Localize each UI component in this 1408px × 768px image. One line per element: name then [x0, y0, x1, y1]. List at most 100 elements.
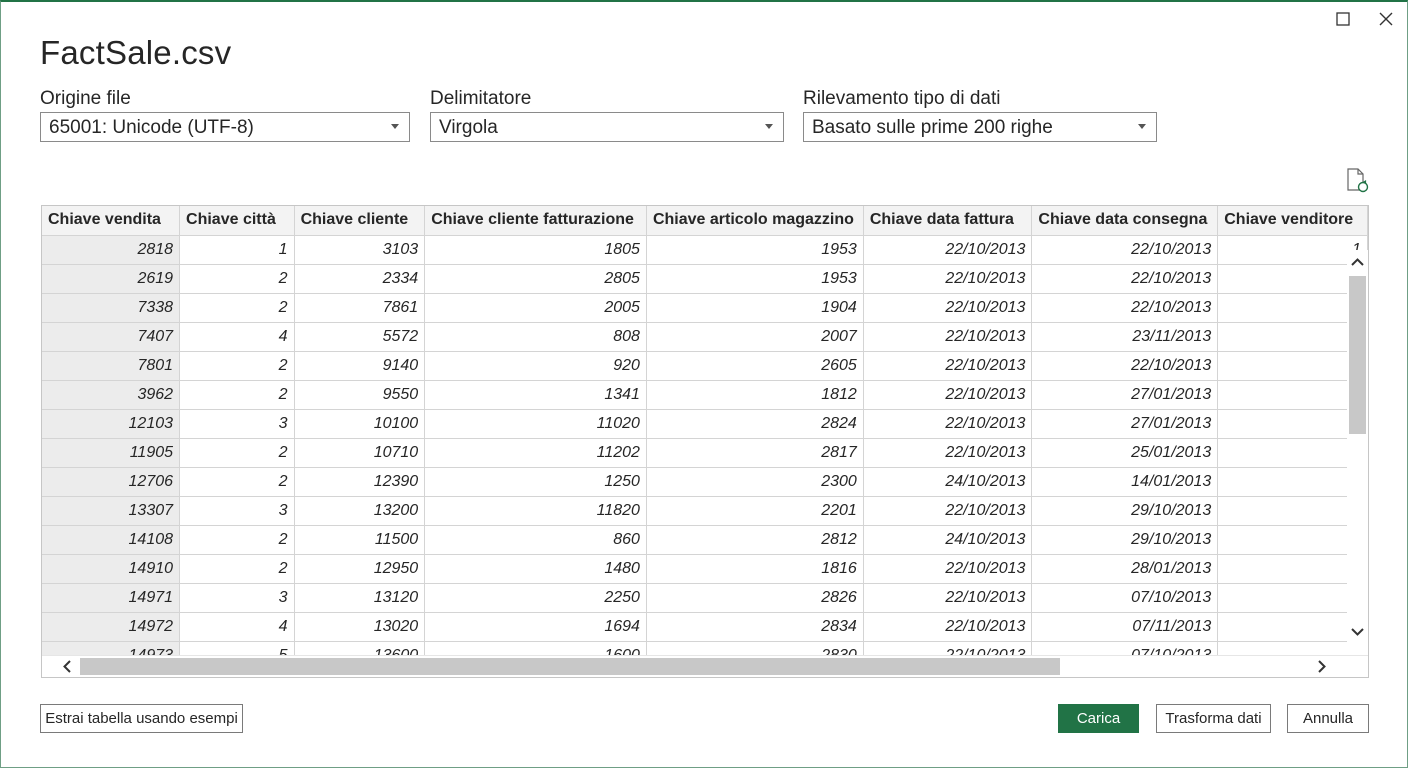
table-cell: 2250 [424, 583, 647, 613]
table-cell: 4 [179, 612, 295, 642]
table-cell: 23/11/2013 [1031, 322, 1219, 352]
vertical-scroll-thumb[interactable] [1349, 276, 1366, 434]
document-refresh-icon[interactable] [1345, 168, 1369, 194]
table-cell: 2817 [646, 438, 864, 468]
table-cell: 7338 [42, 293, 181, 323]
column-header[interactable]: Chiave data fattura [863, 206, 1033, 236]
table-cell: 22/10/2013 [1031, 293, 1219, 323]
column-header[interactable]: Chiave vendita [42, 206, 181, 236]
detection-select-value: Basato sulle prime 200 righe [812, 117, 1053, 138]
table-cell: 1 [1217, 322, 1368, 352]
table-cell: 2805 [424, 264, 647, 294]
table-cell: 7407 [42, 322, 181, 352]
transform-data-button[interactable]: Trasforma dati [1156, 704, 1271, 733]
table-cell: 25/01/2013 [1031, 438, 1219, 468]
table-cell: 22/10/2013 [863, 496, 1033, 526]
origin-select-value: 65001: Unicode (UTF-8) [49, 117, 254, 138]
chevron-up-icon[interactable] [1350, 255, 1365, 270]
table-cell: 1 [1217, 409, 1368, 439]
table-cell: 1 [1217, 351, 1368, 381]
table-cell: 14108 [42, 525, 181, 555]
table-cell: 2 [1217, 264, 1368, 294]
table-header-row: Chiave vendita Chiave città Chiave cliente… [42, 206, 1368, 236]
horizontal-scrollbar[interactable] [42, 655, 1368, 677]
chevron-down-icon [765, 124, 773, 129]
table-cell: 2824 [646, 409, 864, 439]
table-cell: 12390 [294, 467, 426, 497]
table-cell: 1953 [646, 264, 864, 294]
chevron-right-icon[interactable] [1314, 659, 1329, 674]
table-cell: 10100 [294, 409, 426, 439]
table-cell: 2005 [424, 293, 647, 323]
table-cell: 3 [179, 583, 295, 613]
origin-select[interactable]: 65001: Unicode (UTF-8) [40, 112, 410, 142]
table-cell: 12103 [42, 409, 181, 439]
table-cell: 13307 [42, 496, 181, 526]
column-header[interactable]: Chiave cliente [294, 206, 426, 236]
table-row: 740745572808200722/10/201323/11/20131 [42, 322, 1368, 352]
horizontal-scroll-thumb[interactable] [80, 658, 1060, 675]
table-cell: 1250 [424, 467, 647, 497]
table-cell: 24/10/2013 [863, 467, 1033, 497]
dialog-window: FactSale.csv Origine file 65001: Unicode… [0, 0, 1408, 768]
table-cell: 2 [179, 525, 295, 555]
table-row: 14108211500860281224/10/201329/10/20131 [42, 525, 1368, 555]
table-row: 2619223342805195322/10/201322/10/20132 [42, 264, 1368, 294]
table-cell: 2834 [646, 612, 864, 642]
table-cell: 1 [1217, 583, 1368, 613]
column-header[interactable]: Chiave articolo magazzino [646, 206, 864, 236]
table-row: 780129140920260522/10/201322/10/20131 [42, 351, 1368, 381]
table-cell: 13020 [294, 612, 426, 642]
table-body: 2818 1 3103 1805 1953 22/10/2013 22/10/2013 1 26… [42, 235, 1368, 671]
dialog-title: FactSale.csv [40, 34, 232, 71]
table-cell: 11820 [424, 496, 647, 526]
table-cell: 14972 [42, 612, 181, 642]
table-cell: 22/10/2013 [863, 380, 1033, 410]
table-cell: 1 [1217, 467, 1368, 497]
maximize-icon[interactable] [1331, 8, 1355, 30]
column-header[interactable]: Chiave cliente fatturazione [424, 206, 647, 236]
table-cell: 1953 [646, 235, 864, 265]
cancel-button[interactable]: Annulla [1287, 704, 1369, 733]
table-cell: 4 [179, 322, 295, 352]
data-preview-grid: Chiave vendita Chiave città Chiave cliente… [41, 205, 1369, 678]
origin-label: Origine file [40, 88, 131, 109]
table-cell: 7861 [294, 293, 426, 323]
table-cell: 1805 [424, 235, 647, 265]
load-button[interactable]: Carica [1058, 704, 1139, 733]
table-row: 149724130201694283422/10/201307/11/20131 [42, 612, 1368, 642]
table-row: 149102129501480181622/10/201328/01/20131 [42, 554, 1368, 584]
detection-select[interactable]: Basato sulle prime 200 righe [803, 112, 1157, 142]
table-cell: 29/10/2013 [1031, 525, 1219, 555]
chevron-down-icon[interactable] [1350, 624, 1365, 639]
table-row: 11905 2 10710 11202 2817 22/10/2013 25/01/2013… [42, 438, 1368, 468]
table-cell: 3 [179, 496, 295, 526]
table-cell: 22/10/2013 [863, 554, 1033, 584]
table-cell: 1 [1217, 293, 1368, 323]
table-cell: 9550 [294, 380, 426, 410]
table-cell: 27/01/2013 [1031, 380, 1219, 410]
table-cell: 14/01/2013 [1031, 467, 1219, 497]
column-header[interactable]: Chiave città [179, 206, 295, 236]
table-cell: 5572 [294, 322, 426, 352]
delimiter-select[interactable]: Virgola [430, 112, 784, 142]
close-icon[interactable] [1374, 8, 1398, 30]
extract-table-button[interactable]: Estrai tabella usando esempi [40, 704, 243, 733]
table-cell: 1812 [646, 380, 864, 410]
table-cell: 1 [179, 235, 295, 265]
table-cell: 22/10/2013 [863, 409, 1033, 439]
table-cell: 1 [1217, 380, 1368, 410]
table-cell: 2826 [646, 583, 864, 613]
vertical-scrollbar[interactable] [1347, 250, 1368, 655]
table-cell: 22/10/2013 [1031, 235, 1219, 265]
table-cell: 9140 [294, 351, 426, 381]
table-row: 7338278612005190422/10/201322/10/20131 [42, 293, 1368, 323]
detection-label: Rilevamento tipo di dati [803, 88, 1001, 109]
table-cell: 7801 [42, 351, 181, 381]
data-table: Chiave vendita Chiave città Chiave cliente… [42, 206, 1368, 671]
chevron-left-icon[interactable] [60, 659, 75, 674]
column-header[interactable]: Chiave venditore [1217, 206, 1368, 236]
table-cell: 22/10/2013 [863, 235, 1033, 265]
column-header[interactable]: Chiave data consegna [1031, 206, 1219, 236]
delimiter-select-value: Virgola [439, 117, 498, 138]
